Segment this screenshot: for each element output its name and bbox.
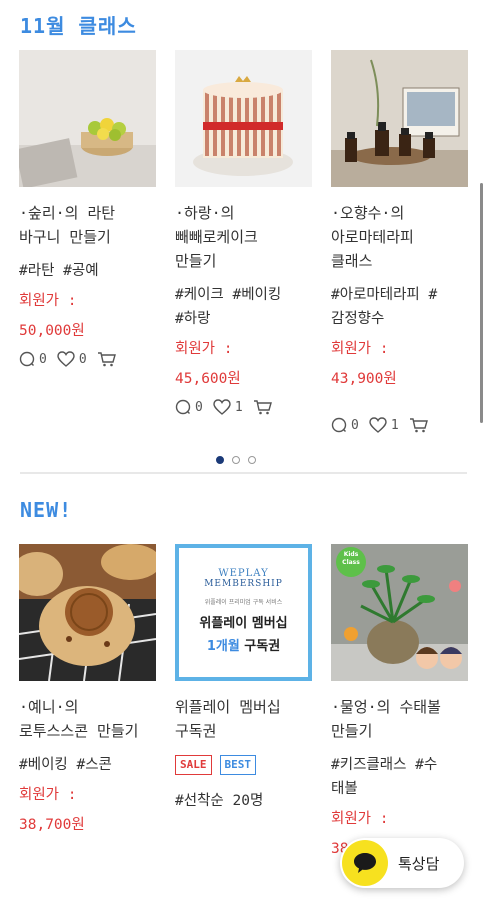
- badge-group: SALE BEST: [175, 755, 312, 775]
- chat-button-label: 톡상담: [398, 854, 440, 873]
- class-tags: #선착순 20명: [175, 793, 264, 809]
- card-actions: 0 1: [331, 417, 468, 433]
- class-card-lotus-scone[interactable]: ·예니·의 로투스스콘 만들기 #베이킹 #스콘 회원가 : 38,700원: [19, 544, 156, 837]
- class-card-moss-ball[interactable]: Kids Class ·물엉·의 수태볼 만들기 #키즈클래스 #수 태볼 회원…: [331, 544, 468, 861]
- chat-bubble-icon: [342, 840, 388, 886]
- like-count: 1: [234, 399, 243, 415]
- sale-badge: SALE: [175, 755, 212, 775]
- best-badge: BEST: [219, 755, 256, 775]
- class-name: ·하랑·의 빼빼로케이크 만들기: [175, 204, 258, 270]
- class-name: ·물엉·의 수태볼 만들기: [331, 698, 441, 740]
- heart-icon[interactable]: [57, 351, 75, 367]
- pagination-dot-3[interactable]: [248, 456, 256, 464]
- comment-icon[interactable]: [175, 399, 191, 415]
- price-label: 회원가 :: [331, 811, 389, 827]
- class-tags: #케이크 #베이킹 #하랑: [175, 287, 282, 327]
- price-label: 회원가 :: [19, 787, 77, 803]
- class-name: ·예니·의 로투스스콘 만들기: [19, 698, 139, 740]
- membership-card-image[interactable]: WEPLAY MEMBERSHIP 위플레이 프리미엄 구독 서비스 위플레이 …: [175, 544, 312, 681]
- lotus-scone-photo[interactable]: [19, 544, 156, 681]
- pepero-cake-photo[interactable]: [175, 50, 312, 187]
- price-value: 43,900원: [331, 371, 397, 387]
- heart-icon[interactable]: [213, 399, 231, 415]
- class-card-pepero-cake[interactable]: ·하랑·의 빼빼로케이크 만들기 #케이크 #베이킹 #하랑 회원가 : 45,…: [175, 50, 312, 415]
- price-value: 45,600원: [175, 371, 241, 387]
- comment-count: 0: [195, 399, 203, 415]
- section-title-november: 11월 클래스: [20, 14, 137, 38]
- price-label: 회원가 :: [175, 341, 233, 357]
- pagination-dot-1[interactable]: [216, 456, 224, 464]
- like-count: 0: [78, 351, 87, 367]
- cart-icon[interactable]: [409, 417, 429, 433]
- comment-icon[interactable]: [331, 417, 347, 433]
- class-tags: #베이킹 #스콘: [19, 757, 112, 773]
- pagination-dot-2[interactable]: [232, 456, 240, 464]
- class-name: ·오향수·의 아로마테라피 클래스: [331, 204, 414, 270]
- card-actions: 0 0: [19, 351, 156, 367]
- price-label: 회원가 :: [19, 293, 77, 309]
- kakao-chat-button[interactable]: 톡상담: [340, 838, 464, 888]
- price-value: 38,700원: [19, 817, 85, 833]
- card-actions: 0 1: [175, 399, 312, 415]
- heart-icon[interactable]: [369, 417, 387, 433]
- kids-class-badge: Kids Class: [342, 551, 360, 566]
- carousel-pagination: [216, 456, 256, 464]
- class-tags: #아로마테라피 # 감정향수: [331, 287, 438, 327]
- class-card-rattan[interactable]: ·숲리·의 라탄 바구니 만들기 #라탄 #공예 회원가 : 50,000원 0…: [19, 50, 156, 367]
- aroma-oil-bottles-photo[interactable]: [331, 50, 468, 187]
- comment-icon[interactable]: [19, 351, 35, 367]
- comment-count: 0: [351, 417, 359, 433]
- section-divider: [20, 472, 467, 474]
- like-count: 1: [390, 417, 399, 433]
- class-tags: #라탄 #공예: [19, 263, 99, 279]
- comment-count: 0: [39, 351, 47, 367]
- class-tags: #키즈클래스 #수 태볼: [331, 757, 438, 797]
- rattan-basket-lemons-photo[interactable]: [19, 50, 156, 187]
- moss-ball-plant-photo[interactable]: Kids Class: [331, 544, 468, 681]
- cart-icon[interactable]: [253, 399, 273, 415]
- price-value: 50,000원: [19, 323, 85, 339]
- section-title-new: NEW!: [20, 498, 73, 522]
- class-name: 위플레이 멤버십 구독권: [175, 698, 281, 740]
- membership-card[interactable]: WEPLAY MEMBERSHIP 위플레이 프리미엄 구독 서비스 위플레이 …: [175, 544, 312, 813]
- scrollbar[interactable]: [480, 183, 483, 423]
- price-label: 회원가 :: [331, 341, 389, 357]
- class-card-aroma[interactable]: ·오향수·의 아로마테라피 클래스 #아로마테라피 # 감정향수 회원가 : 4…: [331, 50, 468, 433]
- cart-icon[interactable]: [97, 351, 117, 367]
- class-name: ·숲리·의 라탄 바구니 만들기: [19, 204, 116, 246]
